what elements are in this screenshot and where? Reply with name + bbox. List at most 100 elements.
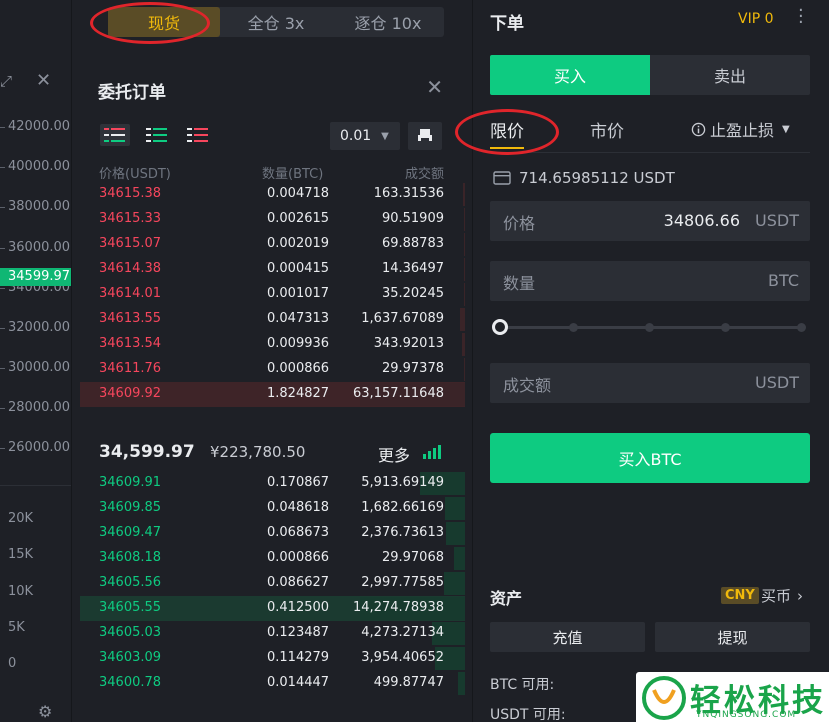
more-menu-icon[interactable]: · · · bbox=[798, 2, 804, 32]
assets-title: 资产 bbox=[490, 589, 523, 608]
close-icon[interactable]: ✕ bbox=[36, 70, 51, 91]
buy-coin-link[interactable]: 买币 › bbox=[761, 585, 803, 606]
row-amount: 0.002019 bbox=[267, 236, 330, 251]
bid-row[interactable]: 34605.55 0.412500 14,274.78938 bbox=[80, 596, 465, 621]
axis-tick bbox=[0, 207, 5, 208]
view-both-icon[interactable] bbox=[100, 124, 130, 146]
ask-row[interactable]: 34613.55 0.047313 1,637.67089 bbox=[80, 307, 465, 332]
ask-row[interactable]: 34615.33 0.002615 90.51909 bbox=[80, 207, 465, 232]
row-total: 90.51909 bbox=[381, 211, 444, 226]
ask-row[interactable]: 34615.38 0.004718 163.31536 bbox=[80, 182, 465, 207]
row-amount: 0.002615 bbox=[267, 211, 330, 226]
row-price: 34605.56 bbox=[99, 575, 162, 590]
header-total: 成交额 bbox=[404, 167, 444, 182]
tab-market[interactable]: 市价 bbox=[590, 117, 624, 142]
slider-handle[interactable] bbox=[492, 319, 508, 335]
tab-spot[interactable]: 现货 bbox=[108, 7, 220, 37]
bid-row[interactable]: 34605.03 0.123487 4,273.27134 bbox=[80, 621, 465, 646]
precision-value: 0.01 bbox=[340, 128, 372, 144]
row-price: 34605.03 bbox=[99, 625, 162, 640]
price-unit: USDT bbox=[755, 211, 799, 230]
row-total: 2,376.73613 bbox=[361, 525, 444, 540]
row-amount: 0.000866 bbox=[267, 550, 330, 565]
divider bbox=[490, 152, 810, 153]
row-price: 34600.78 bbox=[99, 675, 162, 690]
display-settings-button[interactable] bbox=[408, 122, 442, 150]
bid-row[interactable]: 34600.78 0.014447 499.87747 bbox=[80, 671, 465, 696]
slider-step-50[interactable] bbox=[645, 323, 654, 332]
bid-row[interactable]: 34609.85 0.048618 1,682.66169 bbox=[80, 496, 465, 521]
signal-bars-icon bbox=[423, 445, 441, 459]
price-value[interactable]: 34806.66 bbox=[664, 211, 740, 230]
caret-down-icon: ▼ bbox=[782, 123, 790, 135]
amount-slider[interactable] bbox=[492, 318, 808, 336]
ask-row[interactable]: 34614.01 0.001017 35.20245 bbox=[80, 282, 465, 307]
bid-row[interactable]: 34608.18 0.000866 29.97068 bbox=[80, 546, 465, 571]
tab-limit[interactable]: 限价 bbox=[490, 117, 524, 142]
watermark-logo: 轻松科技 YNQINGSONG.COM bbox=[636, 672, 829, 722]
tab-cross-margin[interactable]: 全仓 3x bbox=[220, 7, 332, 37]
order-book-title: 委托订单 bbox=[98, 83, 166, 103]
ask-row[interactable]: 34614.38 0.000415 14.36497 bbox=[80, 257, 465, 282]
ask-row[interactable]: 34611.76 0.000866 29.97378 bbox=[80, 357, 465, 382]
buy-coin-label: 买币 bbox=[761, 587, 792, 605]
precision-select[interactable]: 0.01 ▼ bbox=[330, 122, 400, 150]
price-label: 价格 bbox=[503, 214, 536, 233]
row-amount: 0.123487 bbox=[267, 625, 330, 640]
row-total: 29.97068 bbox=[381, 550, 444, 565]
slider-step-100[interactable] bbox=[797, 323, 806, 332]
last-price-cny: ¥223,780.50 bbox=[210, 443, 306, 461]
view-asks-icon[interactable] bbox=[183, 124, 213, 146]
buy-btc-button[interactable]: 买入BTC bbox=[490, 433, 810, 483]
expand-icon[interactable]: ⤢ bbox=[0, 72, 12, 90]
amount-label: 数量 bbox=[503, 274, 536, 293]
row-total: 69.88783 bbox=[381, 236, 444, 251]
active-tab-indicator bbox=[490, 147, 524, 149]
gear-icon[interactable]: ⚙ bbox=[38, 702, 52, 721]
ask-row[interactable]: 34609.92 1.824827 63,157.11648 bbox=[80, 382, 465, 407]
row-price: 34615.07 bbox=[99, 236, 162, 251]
btc-available-label: BTC 可用: bbox=[490, 677, 555, 693]
tab-isolated-margin[interactable]: 逐仓 10x bbox=[332, 7, 444, 37]
leaf-logo-icon bbox=[642, 676, 686, 720]
slider-step-25[interactable] bbox=[569, 323, 578, 332]
tab-stop-limit[interactable]: 止盈止损 ▼ bbox=[691, 117, 790, 141]
price-axis-label: 42000.00 bbox=[8, 119, 71, 134]
bid-row[interactable]: 34603.09 0.114279 3,954.40652 bbox=[80, 646, 465, 671]
more-link[interactable]: 更多 bbox=[378, 442, 410, 466]
deposit-button[interactable]: 充值 bbox=[490, 622, 645, 652]
price-field[interactable]: 价格 34806.66 USDT bbox=[490, 201, 810, 241]
ask-row[interactable]: 34615.07 0.002019 69.88783 bbox=[80, 232, 465, 257]
view-bids-icon[interactable] bbox=[142, 124, 172, 146]
row-amount: 0.412500 bbox=[267, 600, 330, 615]
amount-field[interactable]: 数量 BTC bbox=[490, 261, 810, 301]
row-total: 29.97378 bbox=[381, 361, 444, 376]
tab-buy[interactable]: 买入 bbox=[490, 55, 650, 95]
withdraw-button[interactable]: 提现 bbox=[655, 622, 810, 652]
tab-sell[interactable]: 卖出 bbox=[650, 55, 810, 95]
row-amount: 0.170867 bbox=[267, 475, 330, 490]
balance-value: 714.65985112 USDT bbox=[519, 169, 675, 187]
row-total: 1,682.66169 bbox=[361, 500, 444, 515]
price-axis-label: 26000.00 bbox=[8, 440, 71, 455]
row-amount: 0.068673 bbox=[267, 525, 330, 540]
depth-bar bbox=[446, 522, 465, 545]
price-axis-label: 32000.00 bbox=[8, 320, 71, 335]
ask-row[interactable]: 34613.54 0.009936 343.92013 bbox=[80, 332, 465, 357]
bid-row[interactable]: 34609.47 0.068673 2,376.73613 bbox=[80, 521, 465, 546]
vip-badge[interactable]: VIP 0 bbox=[738, 11, 774, 27]
bid-row[interactable]: 34609.91 0.170867 5,913.69149 bbox=[80, 471, 465, 496]
depth-bar bbox=[462, 333, 465, 356]
row-price: 34605.55 bbox=[99, 600, 162, 615]
header-amount: 数量(BTC) bbox=[262, 167, 324, 182]
tab-stop-label: 止盈止损 bbox=[710, 121, 775, 140]
close-icon[interactable]: ✕ bbox=[426, 75, 443, 99]
info-icon bbox=[691, 122, 706, 136]
price-axis-label: 30000.00 bbox=[8, 360, 71, 375]
volume-axis-label: 0 bbox=[8, 656, 17, 671]
total-field[interactable]: 成交额 USDT bbox=[490, 363, 810, 403]
bid-row[interactable]: 34605.56 0.086627 2,997.77585 bbox=[80, 571, 465, 596]
slider-step-75[interactable] bbox=[721, 323, 730, 332]
depth-bar bbox=[445, 497, 465, 520]
axis-tick bbox=[0, 167, 5, 168]
